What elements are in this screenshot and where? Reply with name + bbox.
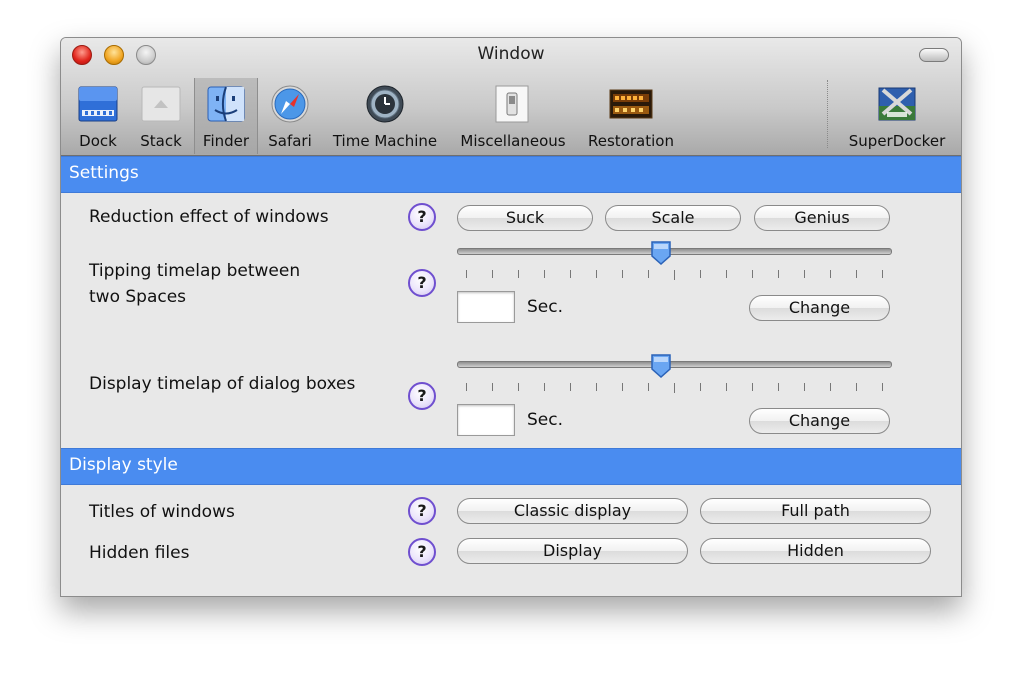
slider-tick [830, 270, 831, 278]
toolbar-item-finder[interactable]: Finder [194, 78, 258, 154]
dialog-timelap-ticks [466, 383, 883, 393]
slider-tick [622, 383, 623, 391]
tipping-timelap-label-line1: Tipping timelap between [89, 261, 301, 281]
slider-tick [856, 270, 857, 278]
tipping-timelap-slider-thumb[interactable] [650, 240, 672, 266]
toolbar-label: Dock [79, 132, 117, 150]
tipping-timelap-label-line2: two Spaces [89, 287, 187, 307]
toolbar-label: Finder [202, 132, 250, 150]
time-machine-icon [366, 85, 404, 123]
reduction-effect-label: Reduction effect of windows [89, 207, 329, 227]
help-button[interactable]: ? [408, 203, 436, 231]
safari-icon [271, 85, 309, 123]
toolbar-item-dock[interactable]: Dock [71, 78, 125, 154]
slider-tick [882, 383, 883, 391]
dialog-timelap-label: Display timelap of dialog boxes [89, 374, 356, 394]
slider-tick [596, 270, 597, 278]
slider-tick [804, 270, 805, 278]
slider-tick [466, 270, 467, 278]
superdocker-icon [878, 87, 916, 121]
tipping-timelap-label: Tipping timelap between two Spaces [89, 258, 300, 310]
stack-icon [141, 86, 181, 122]
slider-tick [544, 383, 545, 391]
help-button[interactable]: ? [408, 497, 436, 525]
slider-tick [518, 270, 519, 278]
slider-tick [648, 270, 649, 278]
toolbar-separator [827, 80, 828, 148]
toolbar-label: Restoration [588, 132, 674, 150]
toolbar-label: SuperDocker [848, 132, 946, 150]
section-header-display-style: Display style [61, 448, 961, 485]
slider-tick [882, 270, 883, 278]
slider-tick [518, 383, 519, 391]
toolbar-item-safari[interactable]: Safari [261, 78, 319, 154]
section-title: Display style [69, 455, 178, 475]
classic-display-button[interactable]: Classic display [457, 498, 688, 524]
toolbar-toggle-button[interactable] [919, 48, 949, 62]
slider-tick [700, 383, 701, 391]
slider-tick [570, 270, 571, 278]
slider-tick [778, 270, 779, 278]
toolbar-item-miscellaneous[interactable]: Miscellaneous [454, 78, 572, 154]
slider-tick [622, 270, 623, 278]
slider-tick [726, 270, 727, 278]
toolbar-item-restoration[interactable]: Restoration [581, 78, 681, 154]
genius-button[interactable]: Genius [754, 205, 890, 231]
suck-button[interactable]: Suck [457, 205, 593, 231]
slider-tick [674, 383, 675, 393]
dialog-timelap-field[interactable] [457, 404, 515, 436]
toolbar-item-time-machine[interactable]: Time Machine [327, 78, 443, 154]
dialog-timelap-slider-thumb[interactable] [650, 353, 672, 379]
section-header-settings: Settings [61, 156, 961, 193]
slider-tick [648, 383, 649, 391]
slider-tick [830, 383, 831, 391]
slider-tick [752, 383, 753, 391]
seconds-unit-label: Sec. [527, 410, 564, 430]
tipping-timelap-field[interactable] [457, 291, 515, 323]
slider-tick [856, 383, 857, 391]
warning-display-icon [609, 89, 653, 119]
toolbar: Window Dock Stack Finder Safari Time Mac… [61, 38, 961, 156]
switch-icon [495, 85, 529, 123]
toolbar-label: Miscellaneous [460, 132, 566, 150]
finder-icon [207, 86, 245, 122]
help-button[interactable]: ? [408, 382, 436, 410]
slider-tick [700, 270, 701, 278]
titles-of-windows-label: Titles of windows [89, 502, 235, 522]
slider-tick [544, 270, 545, 278]
seconds-unit-label: Sec. [527, 297, 564, 317]
slider-tick [726, 383, 727, 391]
dialog-change-button[interactable]: Change [749, 408, 890, 434]
toolbar-item-stack[interactable]: Stack [135, 78, 187, 154]
scale-button[interactable]: Scale [605, 205, 741, 231]
dock-icon [78, 86, 118, 122]
window-title: Window [477, 44, 545, 64]
slider-tick [466, 383, 467, 391]
help-button[interactable]: ? [408, 538, 436, 566]
toolbar-item-superdocker[interactable]: SuperDocker [841, 78, 953, 154]
toolbar-label: Safari [268, 132, 312, 150]
toolbar-label: Time Machine [332, 132, 438, 150]
tipping-timelap-slider[interactable] [457, 248, 892, 255]
dialog-timelap-slider[interactable] [457, 361, 892, 368]
slider-tick [492, 383, 493, 391]
full-path-button[interactable]: Full path [700, 498, 931, 524]
slider-tick [492, 270, 493, 278]
help-button[interactable]: ? [408, 269, 436, 297]
tipping-timelap-ticks [466, 270, 883, 280]
slider-tick [752, 270, 753, 278]
display-button[interactable]: Display [457, 538, 688, 564]
slider-tick [596, 383, 597, 391]
preferences-window: Window Dock Stack Finder Safari Time Mac… [60, 37, 962, 597]
slider-tick [804, 383, 805, 391]
hidden-files-label: Hidden files [89, 543, 190, 563]
section-title: Settings [69, 163, 139, 183]
hidden-button[interactable]: Hidden [700, 538, 931, 564]
toolbar-label: Stack [140, 132, 182, 150]
slider-tick [674, 270, 675, 280]
slider-tick [778, 383, 779, 391]
slider-tick [570, 383, 571, 391]
tipping-change-button[interactable]: Change [749, 295, 890, 321]
